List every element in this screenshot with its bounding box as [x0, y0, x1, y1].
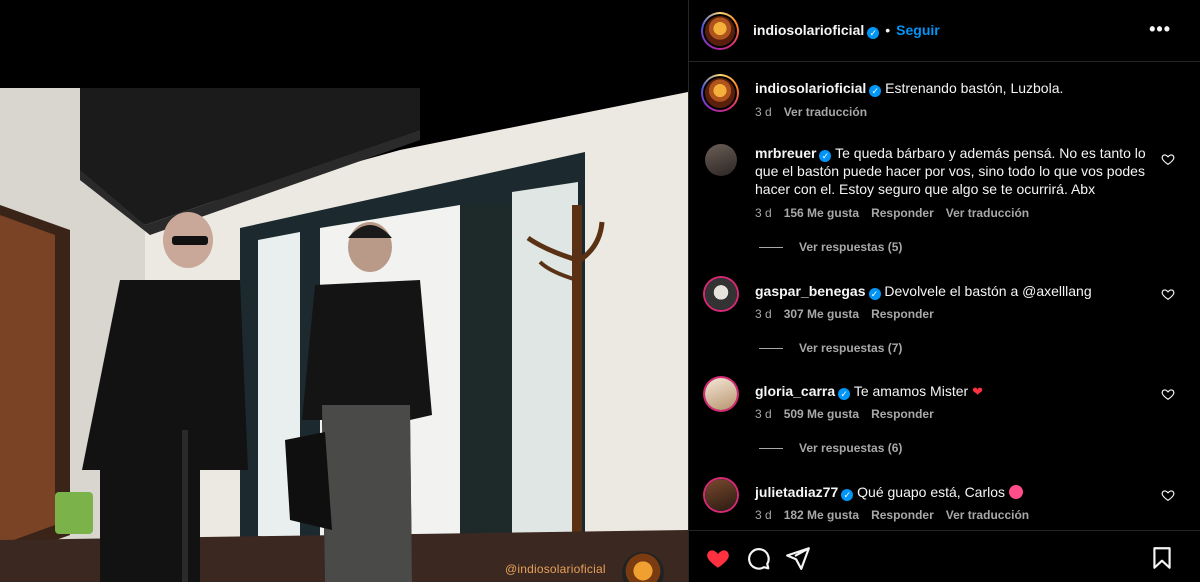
comment-likes[interactable]: 156 Me gusta	[784, 206, 859, 220]
replies-line	[759, 448, 783, 450]
translate-button[interactable]: Ver traducción	[946, 508, 1029, 522]
save-icon[interactable]	[1149, 545, 1175, 571]
comment-username[interactable]: julietadiaz77	[755, 484, 838, 500]
caption-meta: 3 d Ver traducción	[755, 105, 879, 119]
view-replies-button[interactable]: Ver respuestas (5)	[759, 240, 902, 254]
author-avatar[interactable]	[701, 12, 739, 50]
view-replies-button[interactable]: Ver respuestas (6)	[759, 441, 902, 455]
heart-eyes-emoji-icon	[1008, 485, 1023, 499]
caption-time: 3 d	[755, 105, 772, 119]
comment-time: 3 d	[755, 508, 772, 522]
view-replies-label: Ver respuestas (6)	[799, 441, 903, 455]
comment-avatar[interactable]	[705, 278, 737, 310]
like-comment-heart-icon[interactable]	[1161, 152, 1175, 166]
comment-likes[interactable]: 307 Me gusta	[784, 307, 859, 321]
comment-time: 3 d	[755, 407, 772, 421]
comment-avatar[interactable]	[705, 479, 737, 511]
post-viewer: @indiosolarioficial indiosolarioficial ✓ •…	[0, 0, 1200, 582]
reply-button[interactable]: Responder	[871, 206, 934, 220]
reply-button[interactable]: Responder	[871, 508, 934, 522]
comment-body: Qué guapo está, Carlos	[857, 484, 1006, 500]
header-meta: indiosolarioficial ✓ • Seguir	[753, 22, 940, 40]
caption-text: indiosolarioficial ✓ Estrenando bastón, L…	[755, 79, 1155, 97]
photo-watermark: @indiosolarioficial	[505, 562, 606, 576]
heart-icon[interactable]	[705, 545, 731, 571]
action-bar	[689, 530, 1200, 582]
post-side-panel: indiosolarioficial ✓ • Seguir ••• indiosola…	[688, 0, 1200, 582]
replies-line	[759, 348, 783, 350]
more-options-icon[interactable]: •••	[1149, 19, 1171, 40]
translate-button[interactable]: Ver traducción	[946, 206, 1029, 220]
view-replies-label: Ver respuestas (7)	[799, 341, 903, 355]
verified-icon: ✓	[868, 288, 881, 300]
reply-button[interactable]: Responder	[871, 307, 934, 321]
follow-button[interactable]: Seguir	[896, 22, 940, 38]
verified-icon: ✓	[819, 150, 832, 162]
like-comment-heart-icon[interactable]	[1161, 287, 1175, 301]
comment-meta: 3 d 307 Me gusta Responder	[755, 307, 946, 321]
post-header: indiosolarioficial ✓ • Seguir •••	[689, 0, 1200, 62]
comment-username[interactable]: gloria_carra	[755, 383, 835, 399]
comment-time: 3 d	[755, 307, 772, 321]
separator-dot: •	[885, 22, 891, 38]
comment-meta: 3 d 156 Me gusta Responder Ver traducción	[755, 206, 1041, 220]
comment-body: Te amamos Mister	[853, 383, 969, 399]
post-photo[interactable]: @indiosolarioficial	[0, 0, 688, 582]
comment-body: Devolvele el bastón a @axelllang	[884, 283, 1092, 299]
reply-button[interactable]: Responder	[871, 407, 934, 421]
caption-body: Estrenando bastón, Luzbola.	[885, 80, 1064, 96]
comment-time: 3 d	[755, 206, 772, 220]
verified-icon: ✓	[867, 27, 880, 39]
verified-icon: ✓	[841, 489, 854, 501]
view-replies-label: Ver respuestas (5)	[799, 240, 903, 254]
comments-scroll[interactable]: indiosolarioficial ✓ Estrenando bastón, L…	[689, 62, 1200, 530]
comment-icon[interactable]	[745, 545, 771, 571]
comment-avatar[interactable]	[705, 144, 737, 176]
replies-line	[759, 247, 783, 249]
comment-likes[interactable]: 509 Me gusta	[784, 407, 859, 421]
like-comment-heart-icon[interactable]	[1161, 387, 1175, 401]
comment-text: julietadiaz77 ✓ Qué guapo está, Carlos	[755, 483, 1155, 501]
view-replies-button[interactable]: Ver respuestas (7)	[759, 341, 902, 355]
comment-meta: 3 d 182 Me gusta Responder Ver traducción	[755, 508, 1041, 522]
comment-avatar[interactable]	[705, 378, 737, 410]
photo-image	[0, 0, 688, 582]
share-icon[interactable]	[785, 545, 811, 571]
comment-meta: 3 d 509 Me gusta Responder	[755, 407, 946, 421]
caption-username[interactable]: indiosolarioficial	[755, 80, 866, 96]
heart-emoji-icon: ❤	[972, 384, 983, 399]
caption-avatar[interactable]	[701, 74, 739, 112]
verified-icon: ✓	[869, 85, 882, 97]
verified-icon: ✓	[838, 388, 851, 400]
comment-text: gloria_carra ✓ Te amamos Mister ❤	[755, 382, 1155, 401]
author-username[interactable]: indiosolarioficial	[753, 22, 864, 38]
like-comment-heart-icon[interactable]	[1161, 488, 1175, 502]
comment-text: gaspar_benegas ✓ Devolvele el bastón a @a…	[755, 282, 1155, 300]
caption-translate[interactable]: Ver traducción	[784, 105, 867, 119]
comment-text: mrbreuer ✓ Te queda bárbaro y además pens…	[755, 144, 1155, 198]
comment-likes[interactable]: 182 Me gusta	[784, 508, 859, 522]
comment-username[interactable]: gaspar_benegas	[755, 283, 866, 299]
comment-username[interactable]: mrbreuer	[755, 145, 816, 161]
